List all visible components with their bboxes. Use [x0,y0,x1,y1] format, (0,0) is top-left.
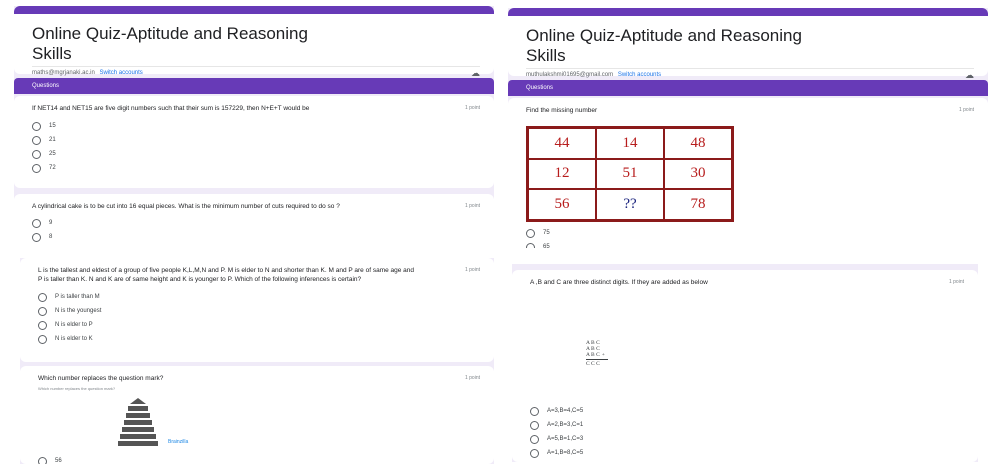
option[interactable]: 56 [38,454,62,464]
option[interactable]: N is elder to K [38,332,476,346]
grid-cell-missing: ?? [596,189,664,220]
grid-cell: 56 [528,189,596,220]
question-text: Find the missing number [526,107,598,114]
options-list: 75 65 [526,226,550,248]
radio-button[interactable] [38,320,47,330]
radio-button[interactable] [530,448,539,458]
radio-button[interactable] [526,228,535,238]
radio-button[interactable] [526,242,535,248]
grid-cell: 48 [664,128,732,159]
option[interactable]: 75 [526,226,550,240]
sum-line [586,359,608,360]
option[interactable]: N is the youngest [38,304,476,318]
radio-button[interactable] [38,456,47,464]
brand-logo: Brainzilla [168,439,189,445]
question-text: Which number replaces the question mark? [38,375,164,382]
number-pyramid-image [118,398,158,446]
radio-button[interactable] [530,434,539,444]
option[interactable]: A=2,B=3,C=1 [530,418,583,432]
grid-cell: 30 [664,158,732,190]
radio-button[interactable] [32,218,41,228]
option[interactable]: 15 [32,119,476,133]
grid-cell: 78 [664,189,732,220]
grid-cell: 51 [596,158,664,190]
account-row: maths@mgrjanaki.ac.in Switch accounts ☁ [32,66,480,78]
quiz-panel-4: A ,B and C are three distinct digits. If… [512,264,978,462]
options-list: 56 [38,454,62,464]
options-list: A=3,B=4,C=5 A=2,B=3,C=1 A=5,B=1,C=3 A=1,… [530,404,583,460]
screenshot-collage: Online Quiz-Aptitude and Reasoning Skill… [0,0,1001,468]
account-email: maths@mgrjanaki.ac.in [32,70,95,76]
form-header-card: Online Quiz-Aptitude and Reasoning Skill… [508,8,988,80]
points-label: 1 point [948,279,964,285]
options-list: 9 8 [32,216,476,244]
option[interactable]: 65 [526,240,550,248]
radio-button[interactable] [32,135,41,145]
switch-accounts-link[interactable]: Switch accounts [99,70,142,76]
quiz-panel-1: Online Quiz-Aptitude and Reasoning Skill… [14,6,494,246]
option[interactable]: A=1,B=8,C=5 [530,446,583,460]
radio-button[interactable] [38,292,47,302]
options-list: 15 21 25 72 [32,119,476,175]
radio-button[interactable] [530,406,539,416]
switch-accounts-link[interactable]: Switch accounts [618,72,661,78]
image-caption: Which number replaces the question mark? [38,386,116,391]
option[interactable]: A=5,B=1,C=3 [530,432,583,446]
option[interactable]: P is taller than M [38,290,476,304]
question-card: If NET14 and NET15 are five digit number… [14,96,494,188]
option[interactable]: 72 [32,161,476,175]
options-list: P is taller than M N is the youngest N i… [38,290,476,346]
question-text: L is the tallest and eldest of a group o… [38,267,415,283]
question-card: Find the missing number 1 point 44 14 48… [508,98,988,248]
points-label: 1 point [464,203,480,209]
addition-figure: A B C A B C A B C + C C C [586,340,608,367]
section-header: Questions [14,78,494,94]
option[interactable]: 8 [32,230,476,244]
form-title: Online Quiz-Aptitude and Reasoning Skill… [526,26,802,65]
radio-button[interactable] [32,163,41,173]
question-text: A ,B and C are three distinct digits. If… [530,279,708,286]
option[interactable]: 25 [32,147,476,161]
grid-cell: 14 [596,128,664,159]
section-header: Questions [508,80,988,96]
radio-button[interactable] [32,121,41,131]
points-label: 1 point [464,105,480,111]
question-card: L is the tallest and eldest of a group o… [20,258,494,362]
points-label: 1 point [464,375,480,381]
radio-button[interactable] [32,149,41,159]
option[interactable]: A=3,B=4,C=5 [530,404,583,418]
points-label: 1 point [958,107,974,113]
grid-cell: 44 [528,128,596,159]
question-card: A cylindrical cake is to be cut into 16 … [14,194,494,246]
question-card: A ,B and C are three distinct digits. If… [512,270,978,462]
number-grid-image: 44 14 48 12 51 30 56 ?? 78 [526,126,734,222]
form-header-card: Online Quiz-Aptitude and Reasoning Skill… [14,6,494,78]
question-text: A cylindrical cake is to be cut into 16 … [32,203,340,210]
form-title: Online Quiz-Aptitude and Reasoning Skill… [32,24,308,63]
question-text: If NET14 and NET15 are five digit number… [32,105,310,112]
account-email: muthulakshmi01695@gmail.com [526,72,614,78]
radio-button[interactable] [530,420,539,430]
quiz-panel-2: Online Quiz-Aptitude and Reasoning Skill… [508,8,988,248]
radio-button[interactable] [38,334,47,344]
radio-button[interactable] [32,232,41,242]
radio-button[interactable] [38,306,47,316]
option[interactable]: 9 [32,216,476,230]
question-card: Which number replaces the question mark?… [20,366,494,464]
grid-cell: 12 [528,158,596,190]
account-row: muthulakshmi01695@gmail.com Switch accou… [526,68,974,80]
option[interactable]: N is elder to P [38,318,476,332]
points-label: 1 point [464,267,480,273]
option[interactable]: 21 [32,133,476,147]
quiz-panel-3: L is the tallest and eldest of a group o… [20,258,494,464]
